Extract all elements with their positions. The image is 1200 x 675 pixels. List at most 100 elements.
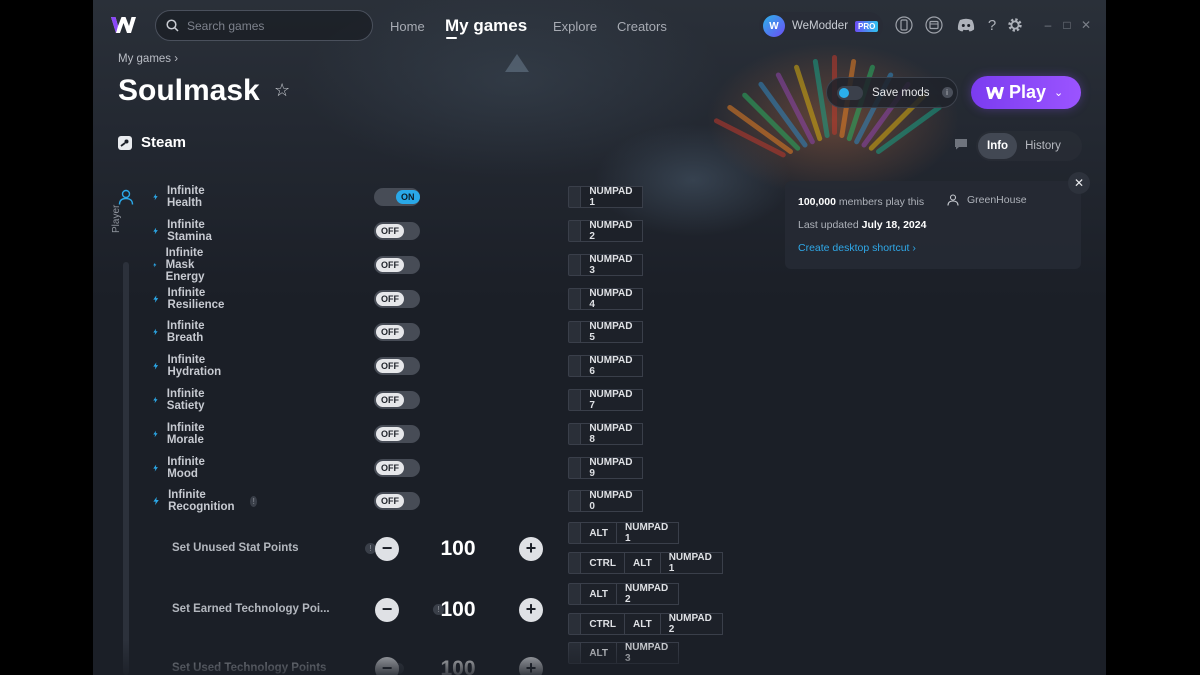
nav-my-games[interactable]: My games xyxy=(445,0,527,52)
play-button[interactable]: Play ⌄ xyxy=(971,76,1081,109)
minimize-icon[interactable]: – xyxy=(1041,18,1055,32)
overlay-icon[interactable] xyxy=(924,15,944,35)
hotkey-key: ALT xyxy=(581,522,618,544)
hotkey-handle[interactable] xyxy=(568,613,582,635)
mod-info-icon[interactable]: ! xyxy=(249,495,258,507)
hotkey-handle[interactable] xyxy=(568,457,582,479)
wemod-logo-icon[interactable] xyxy=(110,14,137,36)
save-mods-info-icon[interactable]: i xyxy=(941,87,953,98)
hotkey-handle[interactable] xyxy=(568,490,582,512)
decrease-button[interactable]: − xyxy=(375,537,399,561)
shortcut-label: Create desktop shortcut xyxy=(798,242,910,254)
hotkey-handle[interactable] xyxy=(568,288,582,310)
mod-toggle[interactable]: OFF xyxy=(374,222,420,240)
creator[interactable]: GreenHouse xyxy=(947,194,1027,206)
mod-toggle[interactable]: OFF xyxy=(374,459,420,477)
hotkey-handle[interactable] xyxy=(568,522,582,544)
hotkey-handle[interactable] xyxy=(568,583,582,605)
account-menu[interactable]: W WeModder PRO xyxy=(759,12,883,40)
lightning-bolt-icon xyxy=(153,496,159,506)
hotkey[interactable]: ALT NUMPAD 2 xyxy=(568,583,679,605)
mod-toggle[interactable]: OFF xyxy=(374,492,420,510)
hotkey[interactable]: NUMPAD 5 xyxy=(568,321,644,343)
mod-toggle[interactable]: OFF xyxy=(374,357,420,375)
letterbox-right xyxy=(1107,0,1200,675)
create-shortcut-link[interactable]: Create desktop shortcut › xyxy=(798,242,916,254)
chevron-down-icon[interactable]: ⌄ xyxy=(1054,86,1063,99)
hotkey[interactable]: NUMPAD 6 xyxy=(568,355,644,377)
mod-toggle[interactable]: OFF xyxy=(374,290,420,308)
save-mods-switch[interactable] xyxy=(837,85,863,100)
numeric-value[interactable]: 100 xyxy=(440,537,476,561)
hotkey[interactable]: NUMPAD 0 xyxy=(568,490,644,512)
hotkey[interactable]: ALT NUMPAD 3 xyxy=(568,642,679,664)
discord-icon[interactable] xyxy=(956,15,976,35)
app-window: Home My games Explore Creators W WeModde… xyxy=(93,0,1106,675)
close-window-icon[interactable]: ✕ xyxy=(1079,18,1093,32)
tab-info[interactable]: Info xyxy=(978,133,1018,159)
search-box[interactable] xyxy=(155,10,373,41)
nav-explore[interactable]: Explore xyxy=(553,0,597,52)
save-mods-label: Save mods xyxy=(872,86,930,99)
save-mods-toggle[interactable]: Save mods i xyxy=(826,77,958,108)
top-bar: Home My games Explore Creators W WeModde… xyxy=(93,0,1106,52)
hotkey-handle[interactable] xyxy=(568,423,582,445)
hotkey-handle[interactable] xyxy=(568,355,582,377)
hotkey[interactable]: NUMPAD 1 xyxy=(568,186,644,208)
hotkey[interactable]: NUMPAD 7 xyxy=(568,389,644,411)
hotkey[interactable]: CTRL ALT NUMPAD 1 xyxy=(568,552,723,574)
hotkey-handle[interactable] xyxy=(568,254,582,276)
hotkey[interactable]: NUMPAD 4 xyxy=(568,288,644,310)
lightning-bolt-icon xyxy=(153,396,158,404)
creator-person-icon xyxy=(947,194,959,206)
mod-toggle[interactable]: ON xyxy=(374,188,420,206)
hotkey-handle[interactable] xyxy=(568,389,582,411)
hotkey-handle[interactable] xyxy=(568,642,582,664)
mod-row: Infinite Health xyxy=(153,185,209,209)
mod-toggle[interactable]: OFF xyxy=(374,323,420,341)
platform-selector[interactable]: Steam xyxy=(118,134,186,151)
hotkey-handle[interactable] xyxy=(568,186,582,208)
mod-toggle[interactable]: OFF xyxy=(374,256,420,274)
nav-home[interactable]: Home xyxy=(390,0,425,52)
close-info-panel-icon[interactable]: ✕ xyxy=(1068,172,1090,194)
hotkey[interactable]: ALT NUMPAD 1 xyxy=(568,522,679,544)
increase-button[interactable]: + xyxy=(519,657,543,675)
account-name: WeModder xyxy=(792,20,849,32)
numeric-value[interactable]: 100 xyxy=(440,657,476,675)
hotkey-handle[interactable] xyxy=(568,552,582,574)
maximize-icon[interactable]: □ xyxy=(1060,18,1074,32)
increase-button[interactable]: + xyxy=(519,598,543,622)
nav-creators[interactable]: Creators xyxy=(617,0,667,52)
hotkey[interactable]: NUMPAD 2 xyxy=(568,220,644,242)
player-category-icon[interactable] xyxy=(118,189,134,205)
hotkey-handle[interactable] xyxy=(568,220,582,242)
mod-toggle[interactable]: OFF xyxy=(374,391,420,409)
info-panel: 100,000 members play this GreenHouse Las… xyxy=(785,181,1081,269)
hotkey-key: CTRL xyxy=(581,552,625,574)
numeric-value[interactable]: 100 xyxy=(440,598,476,622)
toggle-state: OFF xyxy=(376,325,404,339)
hotkey[interactable]: NUMPAD 3 xyxy=(568,254,644,276)
search-input[interactable] xyxy=(187,18,357,33)
increase-button[interactable]: + xyxy=(519,537,543,561)
nav-my-games-label: My games xyxy=(445,16,528,35)
breadcrumb-my-games[interactable]: My games xyxy=(118,53,171,65)
hotkey[interactable]: NUMPAD 8 xyxy=(568,423,644,445)
hotkey[interactable]: CTRL ALT NUMPAD 2 xyxy=(568,613,723,635)
last-updated-date: July 18, 2024 xyxy=(861,219,927,231)
chat-icon[interactable] xyxy=(954,138,968,150)
hotkey-handle[interactable] xyxy=(568,321,582,343)
decrease-button[interactable]: − xyxy=(375,657,399,675)
mobile-app-icon[interactable] xyxy=(894,15,914,35)
settings-gear-icon[interactable] xyxy=(1005,15,1025,35)
last-updated: Last updated July 18, 2024 xyxy=(798,219,926,231)
scrollbar[interactable] xyxy=(123,262,129,675)
breadcrumb[interactable]: My games › xyxy=(118,53,178,65)
help-icon[interactable]: ? xyxy=(982,15,1002,35)
hotkey[interactable]: NUMPAD 9 xyxy=(568,457,644,479)
mod-toggle[interactable]: OFF xyxy=(374,425,420,443)
decrease-button[interactable]: − xyxy=(375,598,399,622)
tab-history[interactable]: History xyxy=(1025,140,1061,152)
favorite-star-icon[interactable]: ☆ xyxy=(274,80,290,101)
